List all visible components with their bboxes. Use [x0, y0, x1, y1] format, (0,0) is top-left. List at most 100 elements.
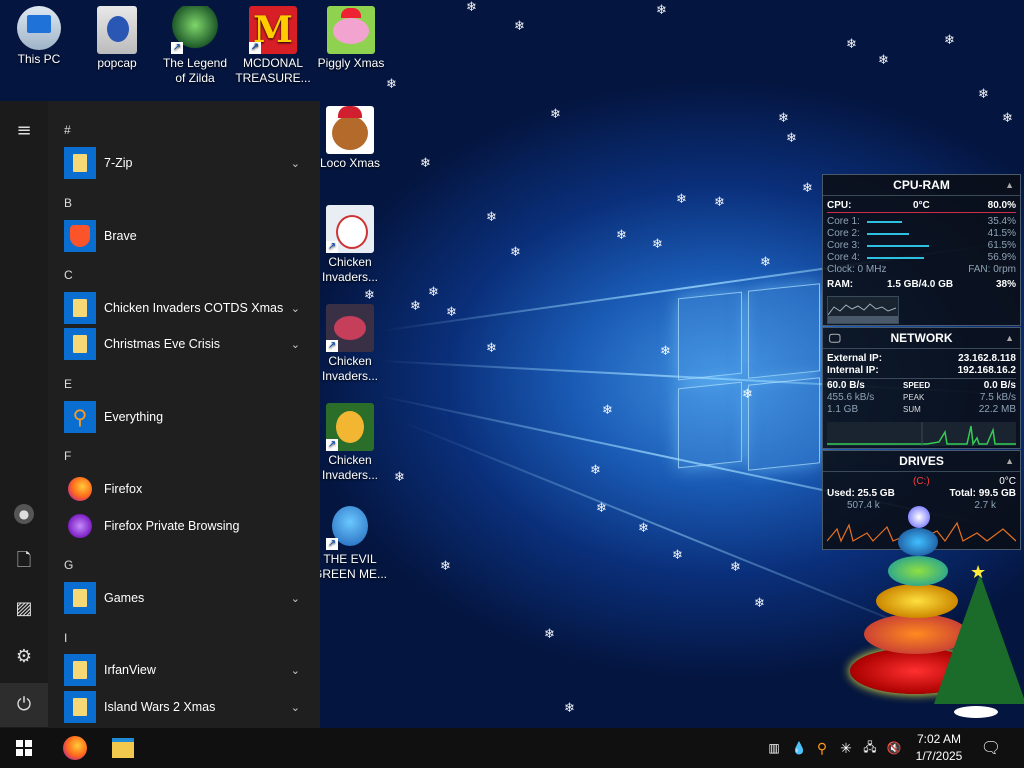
- section-header-i[interactable]: I: [64, 631, 67, 645]
- snowflake-icon: ❄: [714, 195, 725, 210]
- snowflake-icon: ❄: [1002, 111, 1013, 126]
- internal-ip-row: Internal IP: 192.168.16.2: [827, 365, 1016, 376]
- mcdonalds-icon: M ↗: [249, 6, 297, 54]
- app-item-brave[interactable]: Brave: [64, 219, 314, 253]
- snowflake-icon: ❄: [616, 228, 627, 243]
- snowflake-icon: ❄: [590, 463, 601, 478]
- tray-search-icon[interactable]: ⚲: [812, 728, 832, 768]
- shortcut-arrow-icon: ↗: [249, 42, 261, 54]
- firefox-icon: [64, 473, 96, 505]
- gadget-title: DRIVES ▲: [823, 451, 1020, 472]
- christmas-tree-decoration: ★: [830, 498, 1024, 728]
- section-header-c[interactable]: C: [64, 268, 73, 282]
- tray-app-icon[interactable]: ▥: [764, 728, 784, 768]
- app-item-island-wars[interactable]: Island Wars 2 Xmas ⌄: [64, 690, 314, 724]
- app-item-christmas-eve-crisis[interactable]: Christmas Eve Crisis ⌄: [64, 327, 314, 361]
- app-item-everything[interactable]: ⚲ Everything: [64, 400, 314, 434]
- shortcut-arrow-icon: ↗: [326, 340, 338, 352]
- shortcut-arrow-icon: ↗: [171, 42, 183, 54]
- snowflake-icon: ❄: [544, 627, 555, 642]
- collapse-icon[interactable]: ▲: [1005, 328, 1014, 348]
- gadget-title: 🖵 NETWORK ▲: [823, 328, 1020, 349]
- core-row: Core 1: 35.4%: [827, 216, 1016, 227]
- peak-row: 455.6 kB/s PEAK 7.5 kB/s: [827, 392, 1016, 403]
- volume-muted-icon[interactable]: 🔇: [884, 728, 904, 768]
- section-header-e[interactable]: E: [64, 377, 72, 391]
- snowflake-icon: ❄: [730, 560, 741, 575]
- snowflake-icon: ❄: [672, 548, 683, 563]
- pictures-icon[interactable]: ▨: [12, 597, 36, 621]
- snowflake-icon: ❄: [394, 470, 405, 485]
- desktop-icon-loco-xmas[interactable]: Loco Xmas: [312, 106, 388, 171]
- network-icon[interactable]: 🖧: [860, 728, 880, 768]
- taskbar-firefox[interactable]: [52, 728, 98, 768]
- firefox-icon: [63, 736, 87, 760]
- section-header-g[interactable]: G: [64, 558, 73, 572]
- app-item-firefox-private[interactable]: Firefox Private Browsing: [64, 509, 314, 543]
- desktop-icon-chicken-invaders-2[interactable]: ↗ Chicken Invaders...: [312, 304, 388, 384]
- core-row: Core 4: 56.9%: [827, 252, 1016, 263]
- brave-icon: [64, 220, 96, 252]
- app-item-games[interactable]: Games ⌄: [64, 581, 314, 615]
- section-header-b[interactable]: B: [64, 196, 72, 210]
- chevron-down-icon: ⌄: [290, 337, 300, 351]
- tray-snowflake-icon[interactable]: ✳: [836, 728, 856, 768]
- cpu-ram-gadget[interactable]: CPU-RAM ▲ CPU: 0°C 80.0% Core 1: 35.4% Cor…: [822, 174, 1021, 326]
- desktop-icon-mcdonal-treasure[interactable]: M ↗ MCDONAL TREASURE...: [235, 6, 311, 86]
- notification-icon[interactable]: 🗨: [976, 728, 1006, 768]
- desktop-icon-popcap[interactable]: popcap: [79, 6, 155, 71]
- chicken-icon: ↗: [326, 205, 374, 253]
- snowflake-icon: ❄: [846, 37, 857, 52]
- clock[interactable]: 7:02 AM 1/7/2025: [906, 728, 972, 768]
- hamburger-icon[interactable]: ≡: [12, 119, 36, 143]
- windows-logo-graphic: [670, 283, 820, 475]
- documents-icon[interactable]: 🗋: [12, 549, 36, 573]
- chicken-icon: ↗: [326, 403, 374, 451]
- taskbar-file-explorer[interactable]: [100, 728, 146, 768]
- snowflake-icon: ❄: [878, 53, 889, 68]
- settings-icon[interactable]: ⚙: [12, 645, 36, 669]
- network-gadget[interactable]: 🖵 NETWORK ▲ External IP: 23.162.8.118 Inter…: [822, 327, 1021, 449]
- snowflake-icon: ❄: [446, 305, 457, 320]
- section-header-f[interactable]: F: [64, 449, 71, 463]
- desktop-icon-chicken-invaders-3[interactable]: ↗ Chicken Invaders...: [312, 403, 388, 483]
- drive-row: (C:) 0°C: [913, 476, 1016, 487]
- speed-row: 60.0 B/s SPEED 0.0 B/s: [827, 380, 1016, 391]
- snowflake-icon: ❄: [802, 181, 813, 196]
- snowflake-icon: ❄: [410, 299, 421, 314]
- snowflake-icon: ❄: [428, 285, 439, 300]
- snowflake-icon: ❄: [466, 0, 477, 15]
- app-item-chicken-invaders[interactable]: Chicken Invaders COTDS Xmas ⌄: [64, 291, 314, 325]
- core-row: Core 3: 61.5%: [827, 240, 1016, 251]
- desktop-icon-chicken-invaders-1[interactable]: ↗ Chicken Invaders...: [312, 205, 388, 285]
- snowflake-icon: ❄: [550, 107, 561, 122]
- core-row: Core 2: 41.5%: [827, 228, 1016, 239]
- snowflake-icon: ❄: [760, 255, 771, 270]
- chevron-down-icon: ⌄: [290, 663, 300, 677]
- snowflake-icon: ❄: [754, 596, 765, 611]
- snowflake-icon: ❄: [676, 192, 687, 207]
- desktop-icon-piggly-xmas[interactable]: Piggly Xmas: [313, 6, 389, 71]
- desktop-icon-this-pc[interactable]: This PC: [1, 6, 77, 67]
- app-item-irfanview[interactable]: IrfanView ⌄: [64, 653, 314, 687]
- shortcut-arrow-icon: ↗: [326, 439, 338, 451]
- power-icon[interactable]: ⏻: [0, 683, 48, 727]
- tray-drop-icon[interactable]: 💧: [790, 728, 808, 768]
- start-button[interactable]: [0, 728, 48, 768]
- folder-icon: [64, 328, 96, 360]
- collapse-icon[interactable]: ▲: [1005, 451, 1014, 471]
- snowflake-icon: ❄: [386, 77, 397, 92]
- snowflake-icon: ❄: [420, 156, 431, 171]
- desktop-icon-legend-of-zilda[interactable]: ↗ The Legend of Zilda: [157, 6, 233, 86]
- app-item-firefox[interactable]: Firefox: [64, 472, 314, 506]
- folder-icon: [97, 6, 137, 54]
- section-header-hash[interactable]: #: [64, 123, 71, 137]
- app-item-7zip[interactable]: 7-Zip ⌄: [64, 146, 314, 180]
- folder-icon: [64, 654, 96, 686]
- collapse-icon[interactable]: ▲: [1005, 175, 1014, 195]
- snowflake-icon: ❄: [656, 3, 667, 18]
- desktop-icon-evil-green-me[interactable]: ↗ THE EVIL GREEN ME...: [312, 502, 388, 582]
- external-ip-row: External IP: 23.162.8.118: [827, 353, 1016, 364]
- user-icon[interactable]: ●: [12, 501, 36, 525]
- monitor-icon: 🖵: [829, 331, 841, 345]
